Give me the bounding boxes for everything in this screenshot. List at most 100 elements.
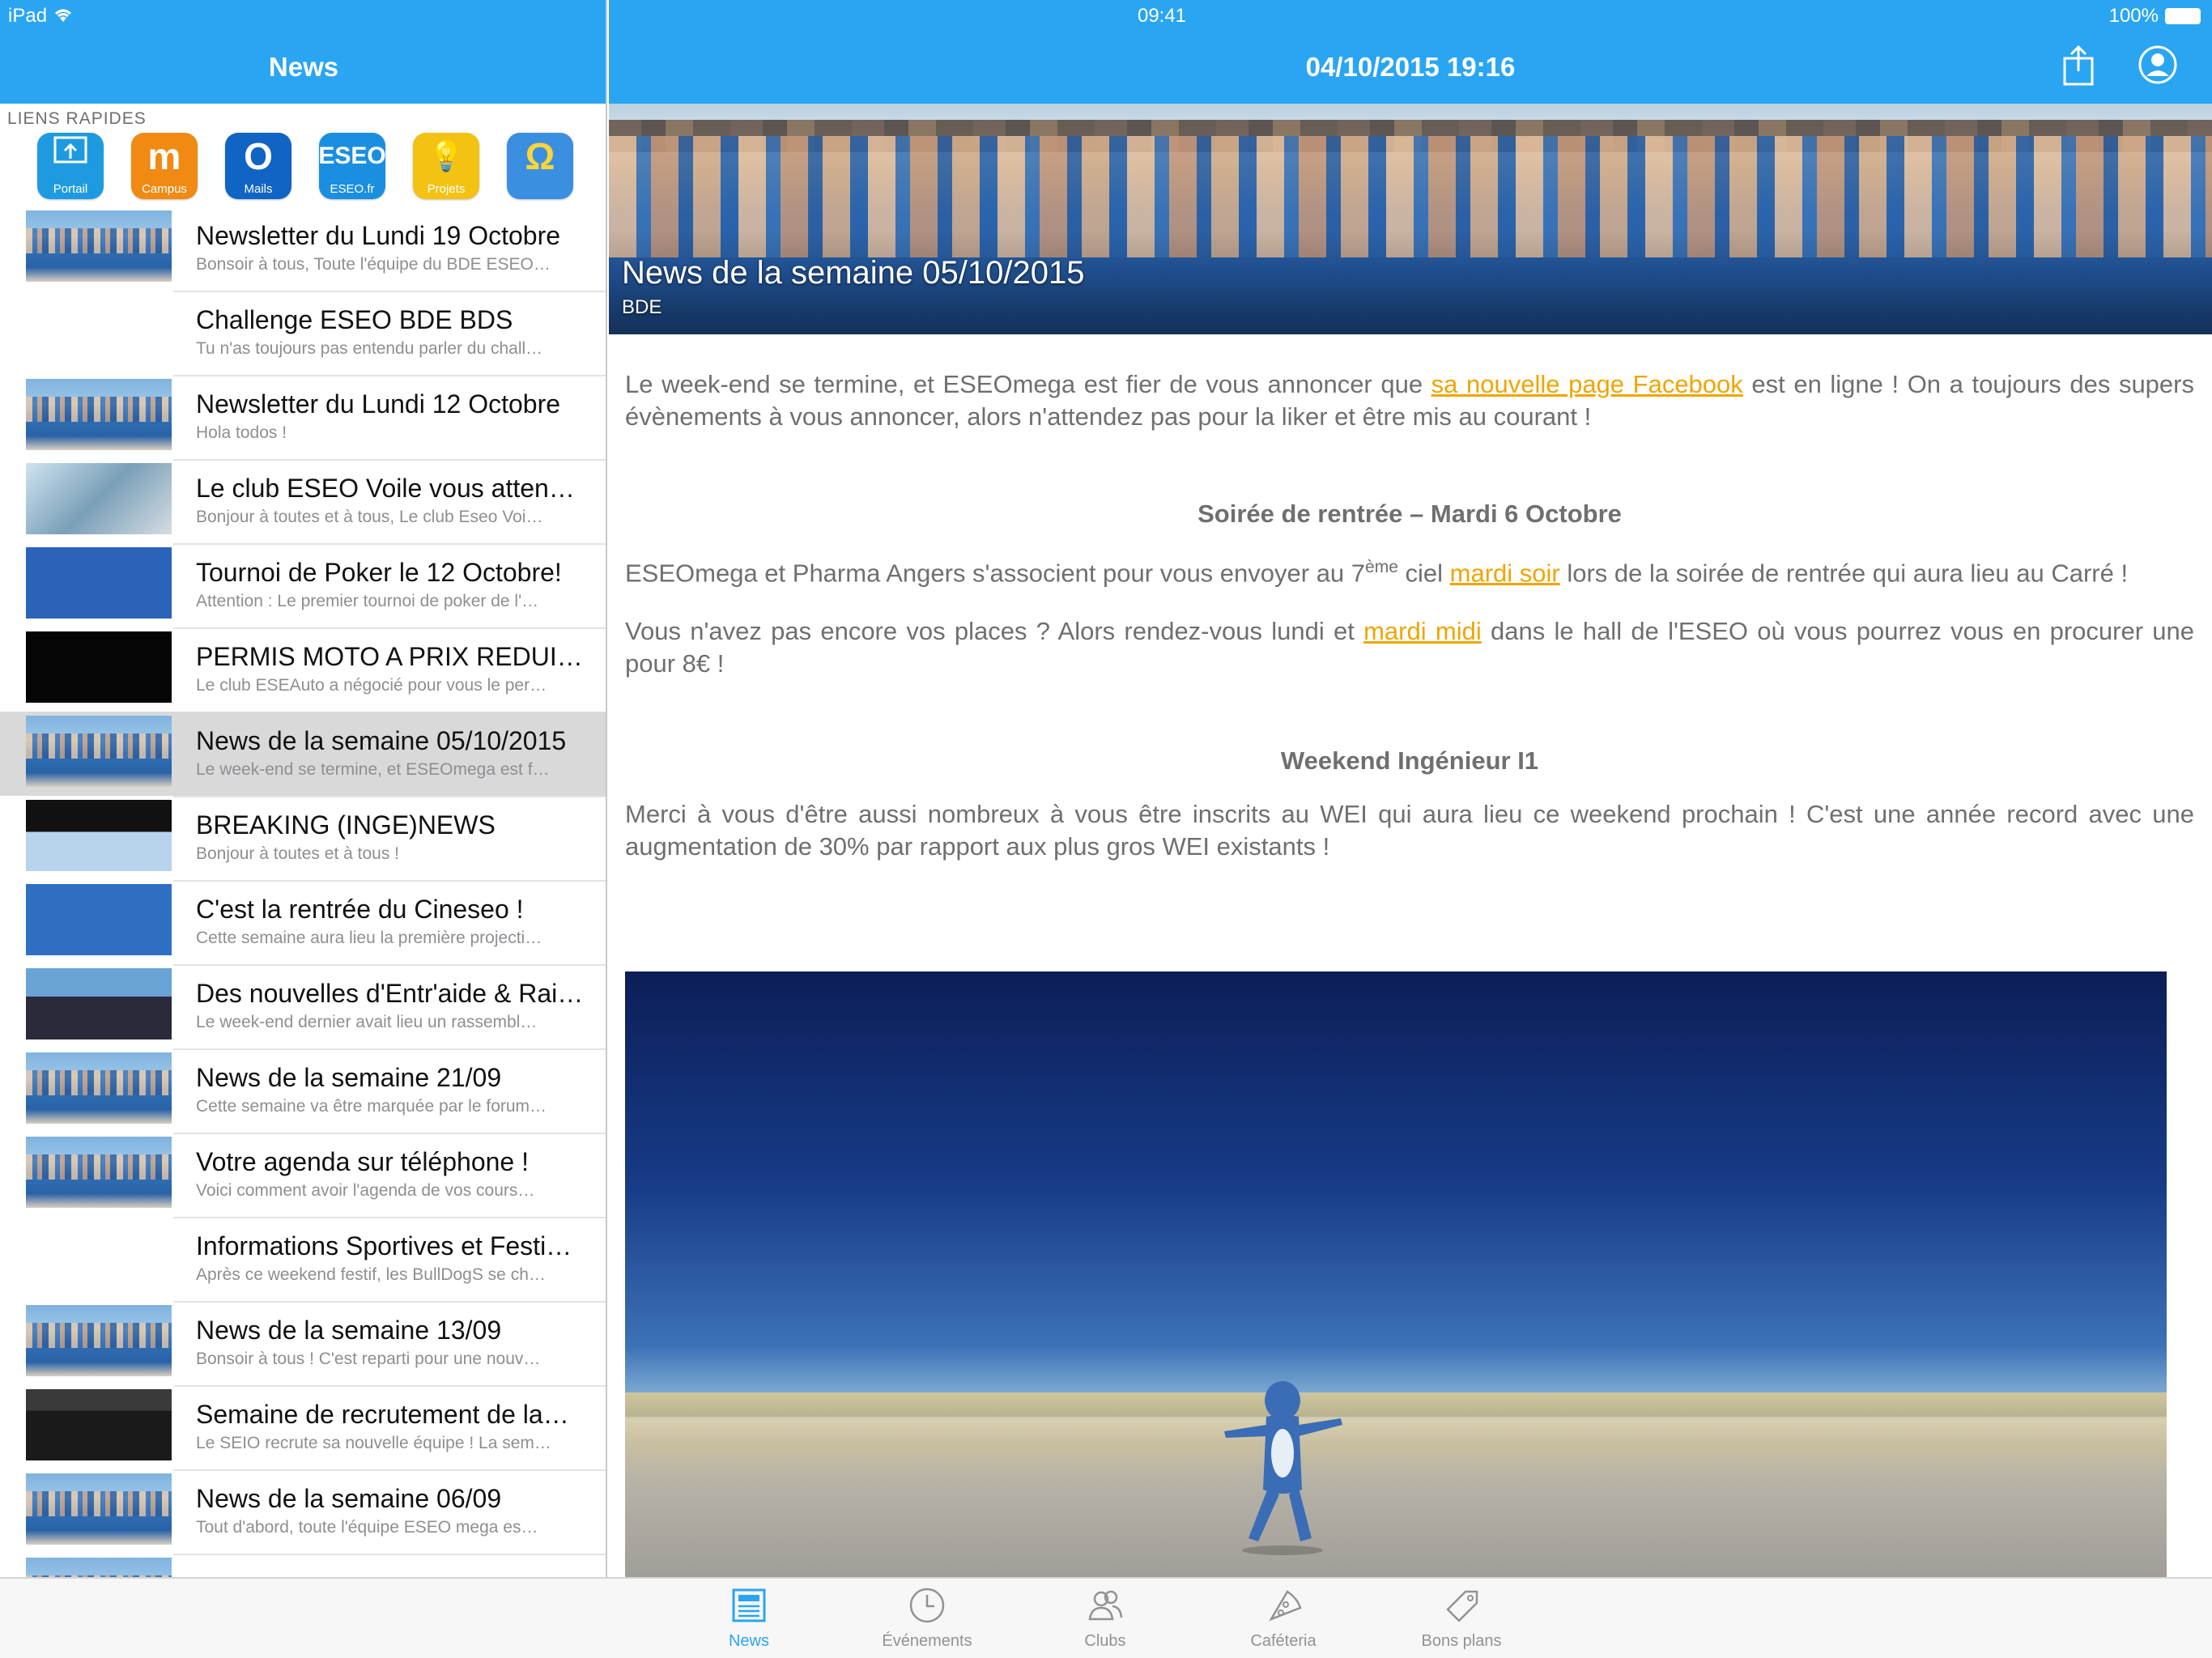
news-list-item[interactable]: C'est la rentrée du Cineseo ! Cette semai…: [0, 880, 606, 966]
news-title: Votre agenda sur téléphone !: [196, 1147, 529, 1176]
section-heading: Weekend Ingénieur I1: [1280, 746, 1539, 776]
news-list-item[interactable]: PERMIS MOTO A PRIX REDUIT ! Le club ESEAu…: [0, 627, 606, 713]
master-title: News: [268, 52, 339, 82]
news-list-item[interactable]: Des nouvelles d'Entr'aide & Rai… Le week-…: [0, 964, 606, 1050]
quick-link-campus[interactable]: m Campus: [131, 133, 198, 199]
mascot-figure: [1224, 1381, 1342, 1555]
news-title: Newsletter du Lundi 19 Octobre: [196, 221, 561, 250]
news-list-item[interactable]: News de la semaine 13/09 Bonsoir à tous !…: [0, 1301, 606, 1387]
portal-icon: [51, 133, 90, 182]
news-thumbnail: [26, 884, 172, 955]
quick-link-omega[interactable]: Ω: [507, 133, 573, 199]
paragraph-text: ESEOmega et Pharma Angers s'associent po…: [625, 559, 1366, 588]
news-excerpt: Tout d'abord, toute l'équipe ESEO mega e…: [196, 1518, 538, 1537]
profile-button[interactable]: [2138, 44, 2178, 86]
tab-label: News: [728, 1632, 769, 1650]
news-thumbnail: [26, 631, 172, 703]
news-excerpt: Hola todos !: [196, 423, 287, 442]
facebook-link[interactable]: sa nouvelle page Facebook: [1431, 370, 1743, 398]
news-excerpt: Attention : Le premier tournoi de poker …: [196, 592, 539, 610]
tab-cafeteria[interactable]: Caféteria: [1223, 1585, 1344, 1651]
article-date-title: 04/10/2015 19:16: [1305, 52, 1516, 82]
quick-links-row: Portail m Campus O Mails ESEO ESEO.fr 💡 …: [37, 133, 573, 199]
device-name: iPad: [8, 5, 48, 27]
tab-clubs[interactable]: Clubs: [1044, 1585, 1166, 1651]
news-thumbnail: [26, 1052, 172, 1124]
quick-link-mails[interactable]: O Mails: [225, 133, 291, 199]
clock-icon: [909, 1588, 945, 1623]
paragraph-text: Vous n'avez pas encore vos places ? Alor…: [625, 617, 1364, 646]
news-excerpt: Bonsoir à tous ! C'est reparti pour une …: [196, 1350, 541, 1368]
superscript: ème: [1365, 558, 1398, 576]
news-thumbnail: [26, 547, 172, 619]
news-thumbnail: [26, 1137, 172, 1208]
tab-evenements[interactable]: Événements: [866, 1585, 988, 1651]
mardi-soir-link[interactable]: mardi soir: [1450, 559, 1560, 587]
news-title: News de la semaine 05/10/2015: [196, 726, 567, 755]
news-list-item[interactable]: News de la semaine 06/09 Tout d'abord, to…: [0, 1469, 606, 1555]
news-thumbnail: [26, 210, 172, 282]
news-title: C'est la rentrée du Cineseo !: [196, 895, 524, 924]
news-thumbnail: [26, 463, 172, 534]
article-author-tag: BDE: [622, 296, 662, 318]
news-list-item[interactable]: Votre agenda sur téléphone ! Voici commen…: [0, 1133, 606, 1218]
news-thumbnail: [26, 1221, 172, 1292]
tab-news[interactable]: News: [688, 1585, 810, 1651]
eseo-logo-icon: ESEO: [319, 142, 385, 169]
news-title: PERMIS MOTO A PRIX REDUIT !: [196, 642, 585, 671]
news-list-item[interactable]: BREAKING (INGE)NEWS Bonjour à toutes et à…: [0, 796, 606, 882]
news-list-item[interactable]: Challenge ESEO BDE BDS Tu n'as toujours p…: [0, 291, 606, 376]
wifi-icon: [52, 2, 74, 34]
news-excerpt: Cette semaine va être marquée par le for…: [196, 1097, 547, 1116]
quick-link-label: Mails: [244, 182, 273, 196]
tab-label: Caféteria: [1250, 1632, 1317, 1650]
article-paragraph: ESEOmega et Pharma Angers s'associent po…: [625, 551, 2194, 589]
lightbulb-icon: 💡: [428, 139, 465, 172]
mardi-midi-link[interactable]: mardi midi: [1363, 617, 1482, 645]
news-title: Des nouvelles d'Entr'aide & Rai…: [196, 979, 584, 1008]
news-list-item[interactable]: Newsletter du Lundi 19 Octobre Bonsoir à …: [0, 206, 606, 292]
share-button[interactable]: [2058, 44, 2099, 86]
news-list-item[interactable]: Le club ESEO Voile vous attend… Bonjour à…: [0, 459, 606, 545]
article-body: Le week-end se termine, et ESEOmega est …: [625, 368, 2194, 889]
quick-link-label: Portail: [53, 182, 88, 196]
news-excerpt: Le week-end dernier avait lieu un rassem…: [196, 1013, 538, 1031]
news-list-item[interactable]: Informations Sportives et Festi… Après ce…: [0, 1217, 606, 1303]
news-thumbnail: [26, 1473, 172, 1545]
quick-link-projets[interactable]: 💡 Projets: [413, 133, 479, 199]
news-thumbnail: [26, 716, 172, 787]
moodle-icon: m: [147, 135, 181, 177]
newspaper-icon: [732, 1588, 766, 1622]
news-list-item[interactable]: Tournoi de Poker le 12 Octobre! Attention…: [0, 543, 606, 629]
quick-link-label: Campus: [142, 182, 187, 196]
master-navigation-bar: iPad News: [0, 0, 606, 104]
quick-link-portail[interactable]: Portail: [37, 133, 104, 199]
tab-bons-plans[interactable]: Bons plans: [1401, 1585, 1522, 1651]
article-hero-image: [609, 104, 2212, 334]
news-excerpt: Bonjour à toutes et à tous !: [196, 844, 399, 863]
article-paragraph: Le week-end se termine, et ESEOmega est …: [625, 368, 2194, 433]
news-title: Newsletter du Lundi 12 Octobre: [196, 389, 561, 419]
news-list-item[interactable]: News de la semaine 21/09 Cette semaine va…: [0, 1048, 606, 1134]
news-title: Tournoi de Poker le 12 Octobre!: [196, 558, 562, 587]
article-paragraph: Merci à vous d'être aussi nombreux à vou…: [625, 800, 2194, 861]
tab-label: Événements: [882, 1632, 972, 1650]
news-list-item[interactable]: Newsletter du Lundi 12 Octobre Hola todos…: [0, 375, 606, 461]
user-icon: [2138, 45, 2177, 84]
news-title: Semaine de recrutement de la…: [196, 1400, 569, 1429]
battery-icon: [2165, 8, 2201, 24]
news-title: Challenge ESEO BDE BDS: [196, 305, 513, 334]
news-list-item[interactable]: Semaine de recrutement de la… Le SEIO rec…: [0, 1385, 606, 1471]
paragraph-text: ciel: [1397, 559, 1450, 588]
news-list-item[interactable]: [0, 1554, 606, 1577]
news-excerpt: Après ce weekend festif, les BullDogS se…: [196, 1265, 546, 1284]
news-title: BREAKING (INGE)NEWS: [196, 810, 496, 840]
news-title: Le club ESEO Voile vous attend…: [196, 474, 585, 503]
battery-indicator: 100%: [2109, 0, 2201, 32]
news-thumbnail: [26, 800, 172, 871]
quick-link-eseo[interactable]: ESEO ESEO.fr: [319, 133, 385, 199]
news-excerpt: Bonjour à toutes et à tous, Le club Eseo…: [196, 508, 543, 526]
article-beach-image: [625, 971, 2167, 1577]
news-list: Newsletter du Lundi 19 Octobre Bonsoir à …: [0, 206, 606, 1577]
news-list-item[interactable]: News de la semaine 05/10/2015 Le week-end…: [0, 712, 606, 797]
